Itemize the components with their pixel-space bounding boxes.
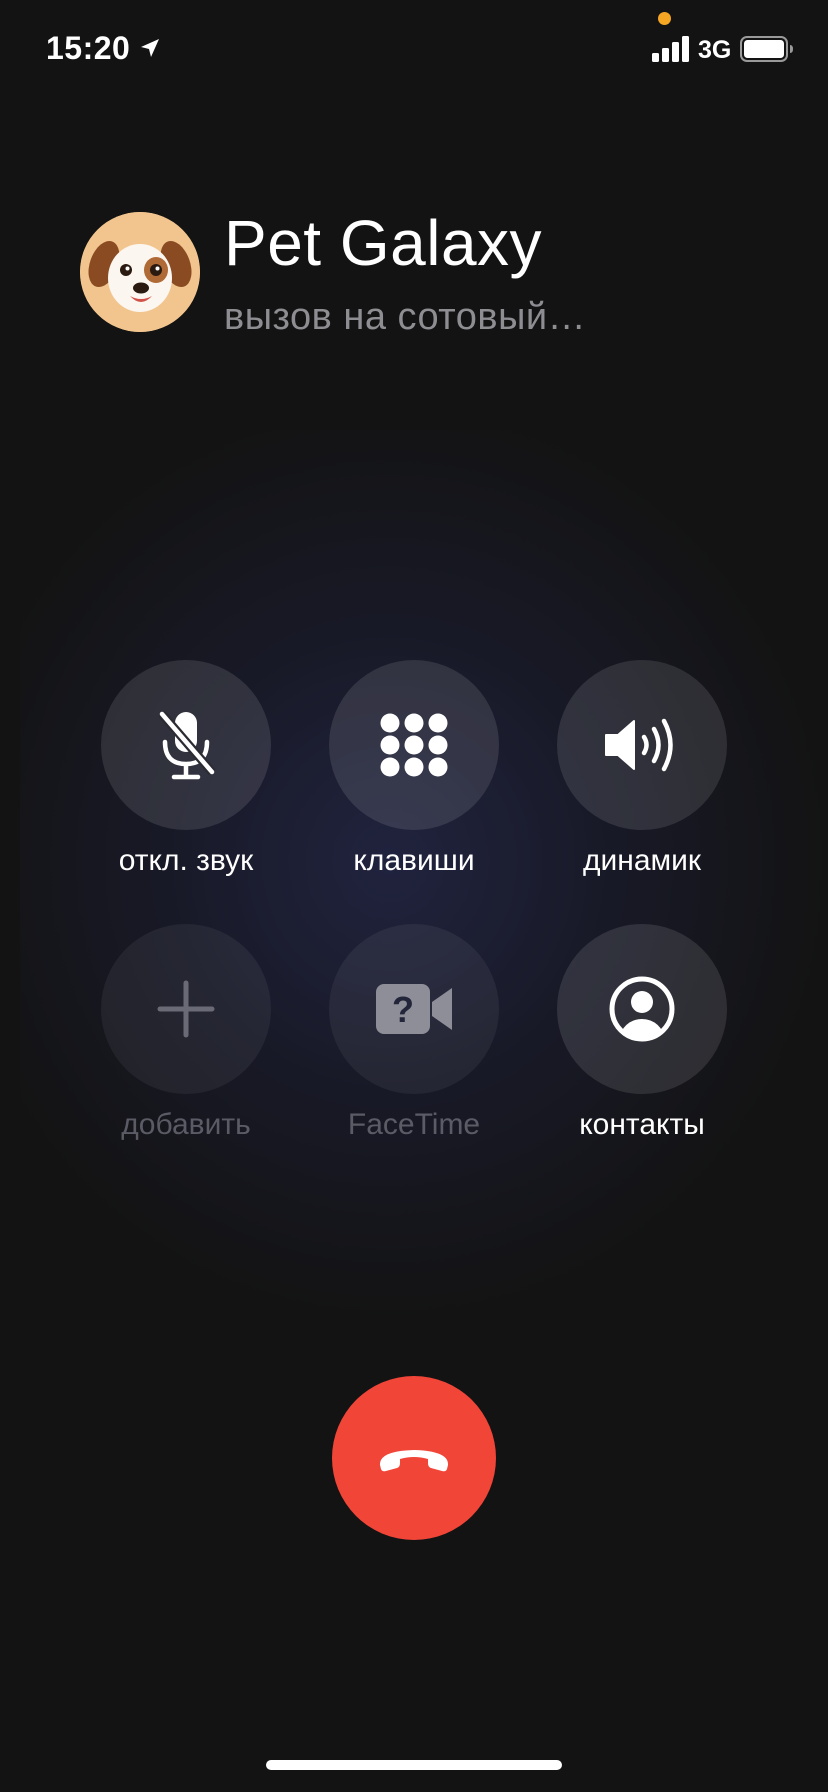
add-call-label: добавить bbox=[121, 1108, 251, 1141]
end-call-button[interactable] bbox=[332, 1376, 496, 1540]
keypad-label: клавиши bbox=[353, 844, 475, 877]
plus-icon bbox=[157, 980, 215, 1038]
status-time: 15:20 bbox=[46, 30, 131, 66]
privacy-indicator-dot bbox=[658, 12, 671, 25]
mute-button[interactable] bbox=[101, 660, 271, 830]
dog-memoji-avatar-icon bbox=[80, 212, 200, 332]
battery-icon bbox=[740, 36, 793, 62]
contacts-label: контакты bbox=[579, 1108, 705, 1141]
background-glow bbox=[20, 430, 828, 1330]
status-bar: 15:20 3G bbox=[0, 0, 828, 100]
facetime-video-icon: ? bbox=[376, 984, 452, 1034]
contact-person-icon bbox=[609, 976, 675, 1042]
hang-up-phone-icon bbox=[379, 1450, 449, 1472]
caller-avatar bbox=[80, 212, 200, 332]
svg-text:?: ? bbox=[392, 989, 414, 1030]
signal-bars-icon bbox=[652, 36, 689, 62]
keypad-icon bbox=[380, 713, 448, 777]
home-indicator[interactable] bbox=[266, 1760, 562, 1770]
network-type: 3G bbox=[698, 36, 732, 64]
caller-name: Pet Galaxy bbox=[224, 207, 543, 279]
keypad-button[interactable] bbox=[329, 660, 499, 830]
mute-microphone-icon bbox=[158, 711, 216, 780]
speaker-label: динамик bbox=[582, 844, 702, 877]
add-call-button[interactable] bbox=[101, 924, 271, 1094]
mute-label: откл. звук bbox=[118, 844, 254, 877]
facetime-button[interactable]: ? bbox=[329, 924, 499, 1094]
facetime-label: FaceTime bbox=[347, 1108, 481, 1141]
contacts-button[interactable] bbox=[557, 924, 727, 1094]
call-status: вызов на сотовый… bbox=[224, 296, 587, 338]
speaker-button[interactable] bbox=[557, 660, 727, 830]
location-arrow-icon bbox=[141, 39, 159, 57]
speaker-icon bbox=[605, 718, 673, 772]
